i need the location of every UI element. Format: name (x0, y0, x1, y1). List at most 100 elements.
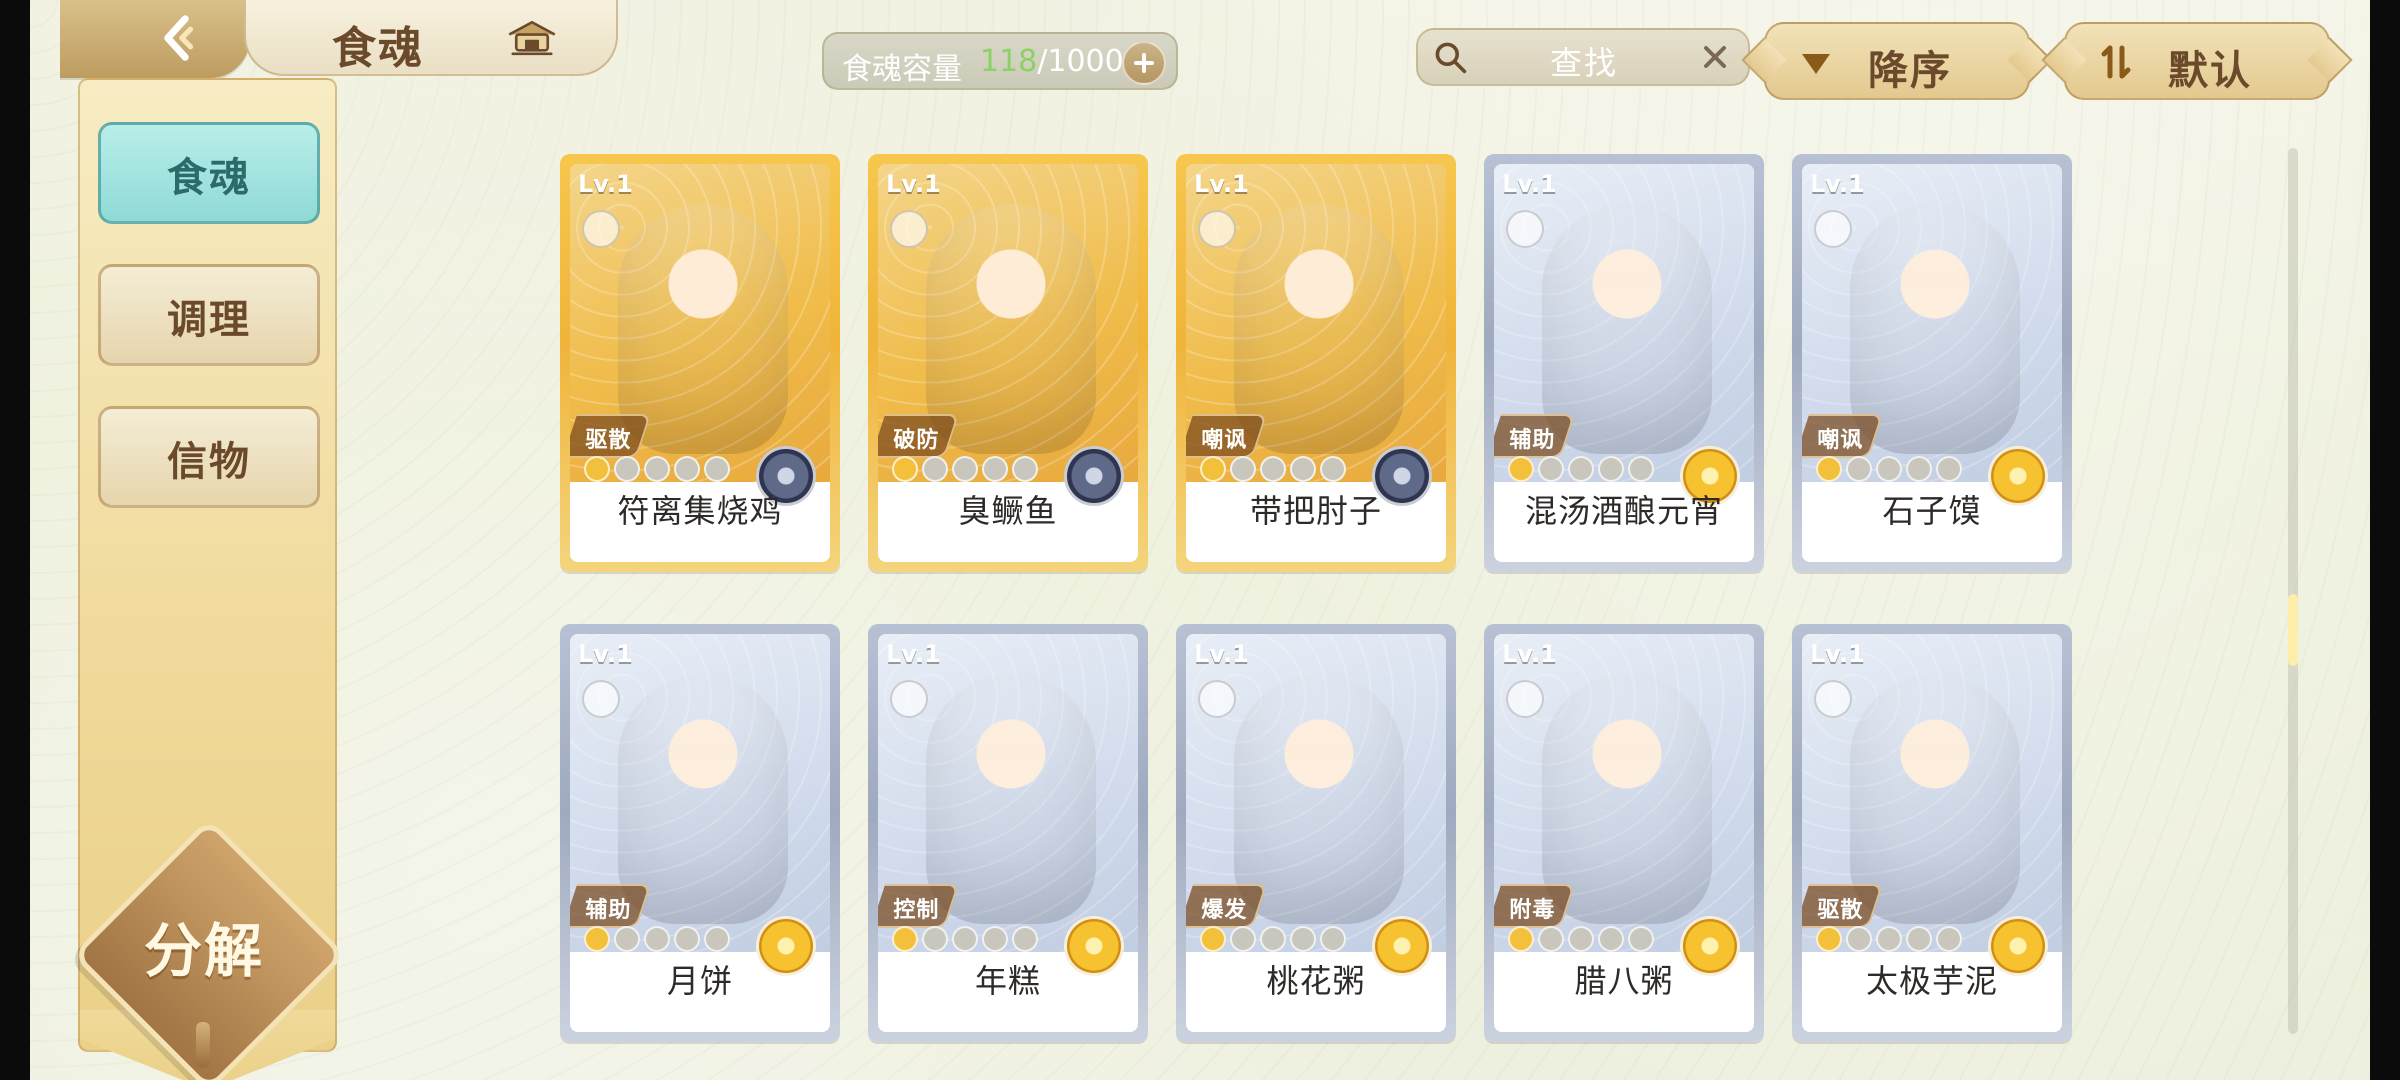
sort-mode-button[interactable]: 默认 (2064, 22, 2330, 100)
left-black-border (0, 0, 30, 1080)
star-icon (1816, 456, 1842, 482)
star-icon (614, 926, 640, 952)
card[interactable]: Lv.1 附毒 腊八粥 (1484, 624, 1764, 1042)
star-icon (1260, 926, 1286, 952)
card[interactable]: Lv.1 嘲讽 石子馍 (1792, 154, 2072, 572)
tab-label: 信物 (167, 439, 251, 485)
rank-icon (1506, 210, 1544, 248)
role-label: 附毒 (1509, 898, 1556, 923)
card-name: 腊八粥 (1574, 962, 1674, 1000)
card-name: 臭鳜鱼 (958, 492, 1058, 530)
card-inner: Lv.1 辅助 月饼 (570, 634, 830, 1032)
tab-shihun[interactable]: 食魂 (98, 122, 320, 224)
scroll-thumb[interactable] (2288, 594, 2298, 666)
card[interactable]: Lv.1 破防 臭鳜鱼 (868, 154, 1148, 572)
star-icon (1846, 926, 1872, 952)
star-row (1508, 926, 1678, 952)
top-bar: 食魂 食魂容量 118/1000 查找 降序 默认 (30, 0, 2370, 100)
card-inner: Lv.1 嘲讽 带把肘子 (1186, 164, 1446, 562)
star-icon (982, 926, 1008, 952)
tab-label: 调理 (167, 297, 251, 343)
title-plate (244, 0, 618, 76)
search-box[interactable]: 查找 (1416, 28, 1750, 86)
add-capacity-button[interactable] (1122, 41, 1166, 85)
star-icon (1290, 456, 1316, 482)
card[interactable]: Lv.1 嘲讽 带把肘子 (1176, 154, 1456, 572)
back-button[interactable] (60, 0, 250, 78)
search-input[interactable]: 查找 (1550, 38, 1618, 84)
star-icon (1876, 456, 1902, 482)
tab-tiaoli[interactable]: 调理 (98, 264, 320, 366)
card-level: Lv.1 (1502, 640, 1557, 668)
card-inner: Lv.1 驱散 符离集烧鸡 (570, 164, 830, 562)
card-inner: Lv.1 附毒 腊八粥 (1494, 634, 1754, 1032)
card[interactable]: Lv.1 辅助 月饼 (560, 624, 840, 1042)
card-inner: Lv.1 嘲讽 石子馍 (1802, 164, 2062, 562)
card-name: 带把肘子 (1249, 492, 1382, 530)
role-label: 嘲讽 (1201, 428, 1248, 453)
card[interactable]: Lv.1 爆发 桃花粥 (1176, 624, 1456, 1042)
star-row (1816, 926, 1986, 952)
rank-icon (1198, 210, 1236, 248)
star-icon (674, 456, 700, 482)
card-level: Lv.1 (886, 640, 941, 668)
role-label: 驱散 (1817, 898, 1864, 923)
decompose-label: 分解 (143, 917, 264, 985)
star-icon (922, 926, 948, 952)
card-name: 年糕 (974, 962, 1041, 1000)
rank-icon (1814, 680, 1852, 718)
page-title: 食魂 (332, 23, 424, 74)
card-level: Lv.1 (1502, 170, 1557, 198)
card-inner: Lv.1 破防 臭鳜鱼 (878, 164, 1138, 562)
card-grid: Lv.1 驱散 符离集烧鸡 Lv.1 破防 臭鳜鱼 Lv.1 嘲讽 带把肘子 L… (560, 154, 2080, 1054)
role-label: 破防 (893, 428, 940, 453)
star-icon (1568, 926, 1594, 952)
star-row (1200, 456, 1370, 482)
star-icon (1012, 456, 1038, 482)
star-icon (922, 456, 948, 482)
card[interactable]: Lv.1 驱散 太极芋泥 (1792, 624, 2072, 1042)
card-level: Lv.1 (1810, 640, 1865, 668)
star-icon (1200, 926, 1226, 952)
star-icon (1906, 926, 1932, 952)
star-icon (1508, 926, 1534, 952)
close-icon[interactable] (1698, 40, 1732, 74)
tab-label: 食魂 (167, 155, 251, 201)
card-name: 桃花粥 (1266, 962, 1366, 1000)
star-icon (704, 456, 730, 482)
capacity-count: 118/1000 (980, 44, 1124, 79)
card[interactable]: Lv.1 辅助 混汤酒酿元宵 (1484, 154, 1764, 572)
sort-order-button[interactable]: 降序 (1764, 22, 2030, 100)
card-name: 符离集烧鸡 (617, 492, 783, 530)
rank-icon (890, 210, 928, 248)
tassel-decoration (196, 1022, 210, 1068)
role-label: 控制 (893, 898, 940, 923)
scrollbar[interactable] (2288, 148, 2298, 1034)
home-pavilion-icon[interactable] (504, 18, 560, 58)
capacity-panel: 食魂容量 118/1000 (822, 32, 1178, 90)
tab-xinwu[interactable]: 信物 (98, 406, 320, 508)
card-name: 月饼 (666, 962, 733, 1000)
star-icon (952, 926, 978, 952)
star-icon (1538, 456, 1564, 482)
star-icon (1260, 456, 1286, 482)
card-inner: Lv.1 驱散 太极芋泥 (1802, 634, 2062, 1032)
star-row (1816, 456, 1986, 482)
star-icon (1906, 456, 1932, 482)
capacity-label: 食魂容量 (842, 52, 962, 87)
rank-icon (1198, 680, 1236, 718)
card-inner: Lv.1 控制 年糕 (878, 634, 1138, 1032)
star-row (892, 926, 1062, 952)
star-icon (1538, 926, 1564, 952)
card[interactable]: Lv.1 控制 年糕 (868, 624, 1148, 1042)
role-label: 辅助 (1509, 428, 1556, 453)
star-icon (584, 926, 610, 952)
rank-icon (582, 680, 620, 718)
card-name: 太极芋泥 (1865, 962, 1998, 1000)
card-inner: Lv.1 辅助 混汤酒酿元宵 (1494, 164, 1754, 562)
capacity-current: 118 (980, 44, 1038, 79)
star-icon (1012, 926, 1038, 952)
star-icon (982, 456, 1008, 482)
card[interactable]: Lv.1 驱散 符离集烧鸡 (560, 154, 840, 572)
card-level: Lv.1 (1194, 640, 1249, 668)
